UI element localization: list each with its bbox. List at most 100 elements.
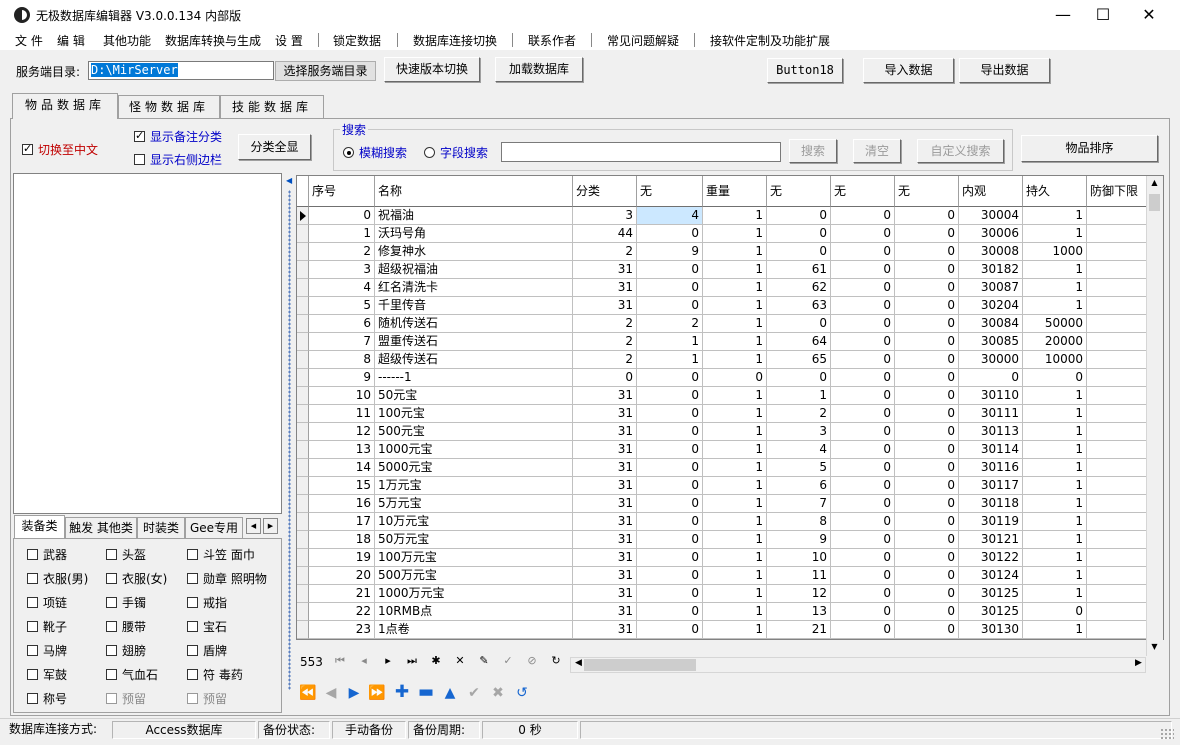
row-indicator[interactable] — [297, 423, 309, 441]
table-cell[interactable]: 3 — [767, 423, 831, 441]
table-cell[interactable]: 0 — [895, 459, 959, 477]
category-checkbox[interactable]: 气血石 — [106, 666, 158, 683]
next-record-icon[interactable]: ▸ — [380, 654, 396, 667]
table-cell[interactable]: 65 — [767, 351, 831, 369]
table-cell[interactable] — [1087, 621, 1147, 639]
menu-edit[interactable]: 编 辑 — [57, 32, 85, 49]
table-cell[interactable]: 1 — [1023, 441, 1087, 459]
table-cell[interactable]: 1 — [1023, 297, 1087, 315]
table-cell[interactable]: 0 — [895, 243, 959, 261]
table-cell[interactable]: 0 — [637, 369, 703, 387]
row-indicator[interactable] — [297, 333, 309, 351]
column-header[interactable]: 防御下限 — [1087, 176, 1147, 207]
table-cell[interactable] — [1087, 225, 1147, 243]
row-indicator[interactable] — [297, 315, 309, 333]
table-cell[interactable]: 7 — [309, 333, 375, 351]
table-cell[interactable]: 13 — [767, 603, 831, 621]
table-cell[interactable]: ------1 — [375, 369, 573, 387]
table-cell[interactable] — [1087, 315, 1147, 333]
table-cell[interactable]: 31 — [573, 279, 637, 297]
table-cell[interactable]: 30008 — [959, 243, 1023, 261]
table-cell[interactable]: 1 — [703, 261, 767, 279]
table-cell[interactable]: 11 — [309, 405, 375, 423]
table-cell[interactable]: 1 — [1023, 549, 1087, 567]
table-cell[interactable]: 0 — [637, 225, 703, 243]
table-cell[interactable]: 0 — [637, 585, 703, 603]
table-cell[interactable]: 30118 — [959, 495, 1023, 513]
table-cell[interactable]: 0 — [831, 567, 895, 585]
category-checkbox[interactable]: 项链 — [27, 594, 67, 611]
row-indicator[interactable] — [297, 603, 309, 621]
table-cell[interactable]: 0 — [831, 495, 895, 513]
table-cell[interactable]: 0 — [831, 279, 895, 297]
table-cell[interactable]: 0 — [831, 603, 895, 621]
table-row[interactable]: 19 100万元宝 31 0 1 10 0 0 30122 1 — [297, 549, 1163, 567]
table-cell[interactable]: 31 — [573, 405, 637, 423]
table-cell[interactable]: 0 — [573, 369, 637, 387]
row-indicator[interactable] — [297, 297, 309, 315]
table-cell[interactable]: 2 — [573, 243, 637, 261]
menu-faq[interactable]: 常见问题解疑 — [607, 32, 679, 49]
table-row[interactable]: 15 1万元宝 31 0 1 6 0 0 30117 1 — [297, 477, 1163, 495]
table-cell[interactable]: 20000 — [1023, 333, 1087, 351]
table-cell[interactable]: 0 — [767, 207, 831, 225]
table-cell[interactable]: 0 — [703, 369, 767, 387]
table-cell[interactable]: 1 — [703, 531, 767, 549]
table-cell[interactable]: 0 — [831, 225, 895, 243]
column-header[interactable]: 无 — [767, 176, 831, 207]
table-cell[interactable]: 0 — [831, 585, 895, 603]
table-cell[interactable]: 31 — [573, 567, 637, 585]
table-cell[interactable]: 0 — [895, 261, 959, 279]
prev-record-icon[interactable]: ◂ — [356, 654, 372, 667]
category-checkbox[interactable]: 衣服(女) — [106, 570, 167, 587]
table-cell[interactable]: 1 — [703, 441, 767, 459]
table-cell[interactable]: 0 — [831, 423, 895, 441]
table-cell[interactable]: 1 — [1023, 405, 1087, 423]
table-cell[interactable]: 0 — [637, 549, 703, 567]
table-cell[interactable]: 1 — [703, 207, 767, 225]
table-cell[interactable]: 30000 — [959, 351, 1023, 369]
table-cell[interactable]: 30113 — [959, 423, 1023, 441]
table-row[interactable]: 11 100元宝 31 0 1 2 0 0 30111 1 — [297, 405, 1163, 423]
delete-record-icon[interactable]: ✕ — [452, 654, 468, 667]
table-cell[interactable]: 61 — [767, 261, 831, 279]
table-cell[interactable]: 1 — [703, 243, 767, 261]
row-indicator[interactable] — [297, 369, 309, 387]
table-cell[interactable]: 超级祝福油 — [375, 261, 573, 279]
table-cell[interactable]: 0 — [959, 369, 1023, 387]
table-cell[interactable]: 5万元宝 — [375, 495, 573, 513]
column-header[interactable]: 持久 — [1023, 176, 1087, 207]
table-cell[interactable]: 31 — [573, 603, 637, 621]
table-cell[interactable]: 0 — [637, 441, 703, 459]
table-cell[interactable] — [1087, 567, 1147, 585]
table-cell[interactable]: 0 — [637, 513, 703, 531]
table-cell[interactable]: 0 — [831, 477, 895, 495]
table-cell[interactable] — [1087, 279, 1147, 297]
table-cell[interactable]: 1 — [703, 405, 767, 423]
row-indicator[interactable] — [297, 549, 309, 567]
category-checkbox[interactable]: 宝石 — [187, 618, 227, 635]
table-cell[interactable]: 1 — [1023, 621, 1087, 639]
tab-items-db[interactable]: 物品数据库 — [12, 93, 118, 119]
menu-other[interactable]: 其他功能 — [103, 32, 151, 49]
table-cell[interactable]: 0 — [637, 387, 703, 405]
table-row[interactable]: 13 1000元宝 31 0 1 4 0 0 30114 1 — [297, 441, 1163, 459]
table-cell[interactable]: 1 — [1023, 207, 1087, 225]
table-cell[interactable]: 1 — [703, 387, 767, 405]
show-all-categories-button[interactable]: 分类全显 — [238, 134, 311, 160]
table-cell[interactable]: 2 — [637, 315, 703, 333]
table-cell[interactable]: 31 — [573, 441, 637, 459]
table-cell[interactable]: 1 — [1023, 567, 1087, 585]
category-checkbox[interactable]: 翅膀 — [106, 642, 146, 659]
table-cell[interactable] — [1087, 549, 1147, 567]
row-indicator[interactable] — [297, 351, 309, 369]
table-cell[interactable]: 3 — [573, 207, 637, 225]
row-indicator[interactable] — [297, 405, 309, 423]
table-cell[interactable] — [1087, 459, 1147, 477]
table-cell[interactable]: 10 — [309, 387, 375, 405]
tab-scroll-right-icon[interactable]: ▶ — [263, 518, 278, 534]
table-row[interactable]: 14 5000元宝 31 0 1 5 0 0 30116 1 — [297, 459, 1163, 477]
table-row[interactable]: 3 超级祝福油 31 0 1 61 0 0 30182 1 — [297, 261, 1163, 279]
remove-icon[interactable]: ▬ — [417, 682, 435, 702]
table-cell[interactable]: 0 — [831, 387, 895, 405]
